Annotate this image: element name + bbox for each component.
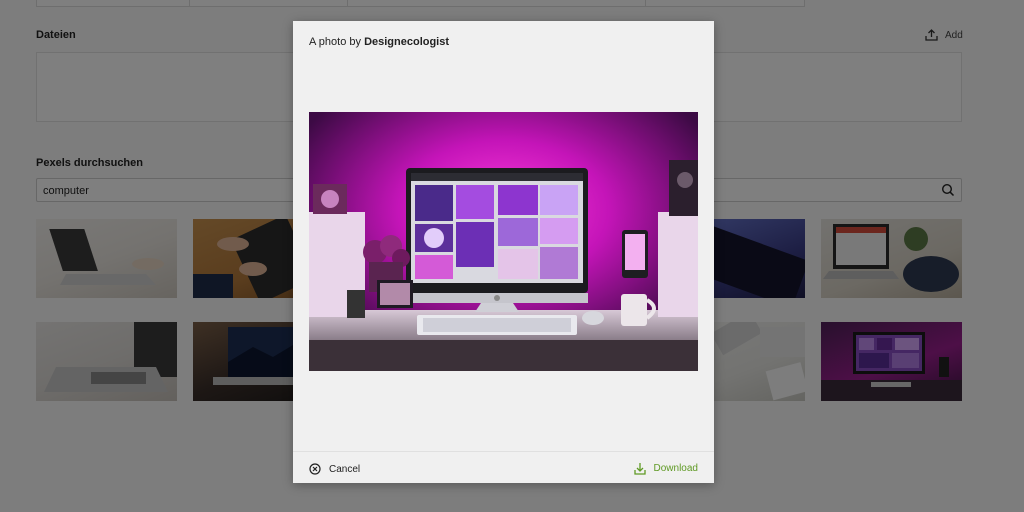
photo-preview-dialog: A photo by Designecologist Cancel Downlo… [293,21,714,483]
download-icon [633,463,646,475]
photo-credit-prefix: A photo by [309,36,361,48]
download-button[interactable]: Download [633,462,698,475]
close-circle-icon [309,463,321,475]
dialog-footer: Cancel Download [293,451,714,483]
photo-credit: A photo by Designecologist [309,36,449,48]
preview-image [309,112,698,371]
cancel-button-label: Cancel [329,463,361,475]
cancel-button[interactable]: Cancel [309,463,360,475]
pink-desk-photo-icon [309,112,698,371]
photo-author: Designecologist [364,36,450,48]
download-button-label: Download [653,463,698,474]
